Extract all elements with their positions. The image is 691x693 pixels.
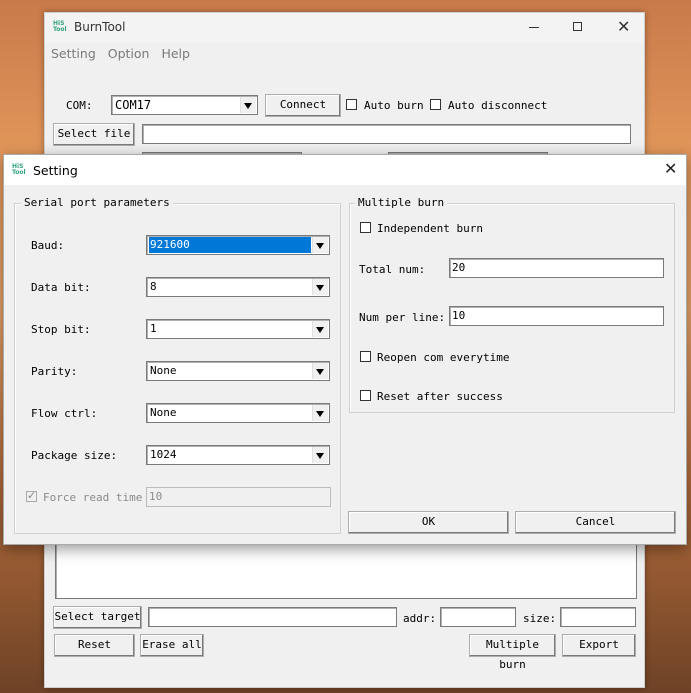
package-size-label: Package size: bbox=[31, 449, 118, 462]
databit-value: 8 bbox=[150, 280, 157, 293]
databit-label: Data bit: bbox=[31, 281, 91, 294]
force-read-checkbox: ✓ bbox=[26, 489, 37, 502]
minimize-icon[interactable] bbox=[529, 27, 539, 28]
force-read-label: Force read time bbox=[43, 491, 143, 504]
log-area[interactable] bbox=[55, 543, 637, 599]
independent-burn-checkbox[interactable] bbox=[360, 222, 371, 233]
reopen-com-label: Reopen com everytime bbox=[377, 351, 510, 364]
num-per-line-label: Num per line: bbox=[359, 311, 446, 324]
parity-select[interactable]: None bbox=[146, 361, 330, 381]
menu-setting[interactable]: Setting bbox=[51, 46, 96, 61]
auto-burn-checkbox[interactable] bbox=[346, 99, 357, 110]
select-target-button[interactable]: Select target bbox=[53, 606, 142, 629]
menu-bar: Setting Option Help bbox=[51, 46, 198, 61]
ok-button[interactable]: OK bbox=[348, 511, 509, 534]
com-value: COM17 bbox=[115, 98, 152, 112]
flow-label: Flow ctrl: bbox=[31, 407, 98, 420]
main-title: BurnTool bbox=[74, 20, 126, 34]
cancel-button[interactable]: Cancel bbox=[515, 511, 676, 534]
target-path-input[interactable] bbox=[148, 607, 397, 627]
serial-port-group-title: Serial port parameters bbox=[21, 196, 173, 209]
stopbit-select[interactable]: 1 bbox=[146, 319, 330, 339]
baud-dropdown-arrow-icon[interactable] bbox=[312, 237, 328, 253]
reset-button[interactable]: Reset bbox=[54, 634, 135, 657]
auto-disconnect-checkbox[interactable] bbox=[430, 99, 441, 110]
connect-button[interactable]: Connect bbox=[265, 94, 341, 117]
setting-dialog: HiS Tool Setting ✕ Serial port parameters… bbox=[3, 154, 687, 545]
com-select[interactable]: COM17 bbox=[111, 95, 258, 115]
parity-dropdown-arrow-icon[interactable] bbox=[312, 363, 328, 379]
total-num-label: Total num: bbox=[359, 263, 426, 276]
flow-dropdown-arrow-icon[interactable] bbox=[312, 405, 328, 421]
baud-value: 921600 bbox=[149, 237, 311, 253]
select-file-button[interactable]: Select file bbox=[53, 123, 135, 146]
auto-disconnect-label: Auto disconnect bbox=[448, 99, 548, 112]
menu-help[interactable]: Help bbox=[161, 46, 190, 61]
force-read-input: 10 bbox=[146, 487, 331, 507]
close-icon[interactable]: ✕ bbox=[617, 17, 630, 36]
stopbit-label: Stop bit: bbox=[31, 323, 91, 336]
menu-option[interactable]: Option bbox=[108, 46, 150, 61]
reset-after-success-label: Reset after success bbox=[377, 390, 503, 403]
stopbit-dropdown-arrow-icon[interactable] bbox=[312, 321, 328, 337]
package-size-dropdown-arrow-icon[interactable] bbox=[312, 447, 328, 463]
size-label: size: bbox=[523, 612, 557, 625]
file-path-input[interactable] bbox=[142, 124, 631, 144]
baud-label: Baud: bbox=[31, 239, 65, 252]
multiple-burn-button[interactable]: Multiple burn bbox=[469, 634, 556, 671]
databit-dropdown-arrow-icon[interactable] bbox=[312, 279, 328, 295]
num-per-line-input[interactable]: 10 bbox=[449, 306, 664, 326]
checkmark-icon: ✓ bbox=[27, 489, 37, 502]
erase-all-button[interactable]: Erase all bbox=[140, 634, 204, 657]
baud-select[interactable]: 921600 bbox=[146, 235, 330, 255]
flow-value: None bbox=[150, 406, 177, 419]
total-num-input[interactable]: 20 bbox=[449, 258, 664, 278]
databit-select[interactable]: 8 bbox=[146, 277, 330, 297]
reset-after-success-checkbox[interactable] bbox=[360, 390, 371, 401]
independent-burn-label: Independent burn bbox=[377, 222, 483, 235]
addr-input[interactable] bbox=[440, 607, 516, 627]
package-size-select[interactable]: 1024 bbox=[146, 445, 330, 465]
export-button[interactable]: Export bbox=[562, 634, 636, 657]
parity-value: None bbox=[150, 364, 177, 377]
dialog-logo-icon: HiS Tool bbox=[12, 163, 26, 176]
reopen-com-checkbox[interactable] bbox=[360, 351, 371, 362]
maximize-icon[interactable] bbox=[573, 22, 582, 31]
stopbit-value: 1 bbox=[150, 322, 157, 335]
package-size-value: 1024 bbox=[150, 448, 177, 461]
com-label: COM: bbox=[66, 99, 93, 112]
dialog-close-icon[interactable]: ✕ bbox=[664, 159, 677, 178]
flow-select[interactable]: None bbox=[146, 403, 330, 423]
app-logo-icon: HiS Tool bbox=[53, 20, 67, 33]
dialog-title: Setting bbox=[33, 163, 78, 178]
multiple-burn-group-title: Multiple burn bbox=[355, 196, 448, 209]
size-input[interactable] bbox=[560, 607, 636, 627]
auto-burn-label: Auto burn bbox=[364, 99, 424, 112]
addr-label: addr: bbox=[403, 612, 437, 625]
dialog-titlebar: HiS Tool Setting ✕ bbox=[4, 155, 686, 185]
parity-label: Parity: bbox=[31, 365, 78, 378]
main-titlebar: HiS Tool BurnTool ✕ bbox=[45, 13, 644, 43]
com-dropdown-arrow-icon[interactable] bbox=[240, 97, 256, 113]
